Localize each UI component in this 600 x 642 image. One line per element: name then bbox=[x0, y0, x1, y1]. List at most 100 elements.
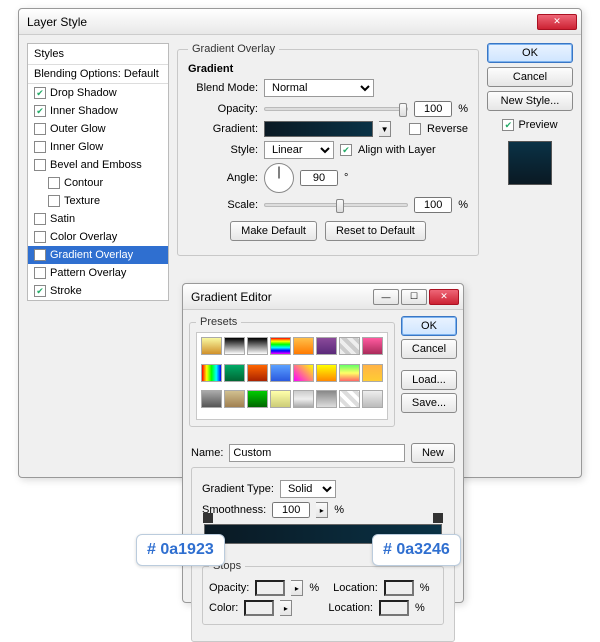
editor-title: Gradient Editor bbox=[191, 290, 272, 304]
preset-swatch[interactable] bbox=[362, 337, 383, 355]
checkbox[interactable]: ✔ bbox=[34, 87, 46, 99]
maximize-icon[interactable]: ☐ bbox=[401, 289, 427, 305]
preset-swatch[interactable] bbox=[339, 390, 360, 408]
style-item-pattern-overlay[interactable]: Pattern Overlay bbox=[28, 264, 168, 282]
presets-grid[interactable] bbox=[196, 332, 388, 420]
preset-swatch[interactable] bbox=[362, 364, 383, 382]
style-item-inner-glow[interactable]: Inner Glow bbox=[28, 138, 168, 156]
editor-cancel-button[interactable]: Cancel bbox=[401, 339, 457, 359]
opacity-stop-left[interactable] bbox=[203, 513, 213, 523]
new-button[interactable]: New bbox=[411, 443, 455, 463]
style-item-satin[interactable]: Satin bbox=[28, 210, 168, 228]
checkbox[interactable] bbox=[34, 141, 46, 153]
style-item-drop-shadow[interactable]: ✔Drop Shadow bbox=[28, 84, 168, 102]
checkbox[interactable]: ✔ bbox=[34, 285, 46, 297]
save-button[interactable]: Save... bbox=[401, 393, 457, 413]
presets-label: Presets bbox=[196, 316, 241, 328]
blending-options[interactable]: Blending Options: Default bbox=[28, 65, 168, 84]
reverse-checkbox[interactable] bbox=[409, 123, 421, 135]
stop-location-input bbox=[384, 580, 414, 596]
preset-swatch[interactable] bbox=[293, 390, 314, 408]
style-item-inner-shadow[interactable]: ✔Inner Shadow bbox=[28, 102, 168, 120]
scale-input[interactable] bbox=[414, 197, 452, 213]
style-select[interactable]: Linear bbox=[264, 141, 334, 159]
close-icon[interactable]: ✕ bbox=[537, 14, 577, 30]
gradient-label: Gradient: bbox=[188, 123, 258, 135]
gradient-dropdown-icon[interactable]: ▼ bbox=[379, 121, 391, 137]
cancel-button[interactable]: Cancel bbox=[487, 67, 573, 87]
checkbox[interactable]: ✔ bbox=[34, 249, 46, 261]
checkbox[interactable] bbox=[34, 159, 46, 171]
style-item-outer-glow[interactable]: Outer Glow bbox=[28, 120, 168, 138]
reset-default-button[interactable]: Reset to Default bbox=[325, 221, 426, 241]
callout-left: # 0a1923 bbox=[136, 534, 225, 566]
stop-color-input bbox=[244, 600, 274, 616]
preset-swatch[interactable] bbox=[339, 337, 360, 355]
right-column: OK Cancel New Style... ✔ Preview bbox=[487, 43, 573, 301]
opacity-label: Opacity: bbox=[188, 103, 258, 115]
editor-titlebar: Gradient Editor — ☐ ✕ bbox=[183, 284, 463, 310]
style-item-gradient-overlay[interactable]: ✔Gradient Overlay bbox=[28, 246, 168, 264]
scale-slider[interactable] bbox=[264, 203, 408, 207]
preset-swatch[interactable] bbox=[224, 364, 245, 382]
opacity-slider[interactable] bbox=[264, 107, 408, 111]
smooth-dropdown-icon[interactable]: ▸ bbox=[316, 502, 328, 518]
style-item-contour[interactable]: Contour bbox=[28, 174, 168, 192]
style-item-stroke[interactable]: ✔Stroke bbox=[28, 282, 168, 300]
type-select[interactable]: Solid bbox=[280, 480, 336, 498]
smooth-input[interactable] bbox=[272, 502, 310, 518]
preset-swatch[interactable] bbox=[247, 337, 268, 355]
preset-swatch[interactable] bbox=[362, 390, 383, 408]
preset-swatch[interactable] bbox=[224, 337, 245, 355]
preset-swatch[interactable] bbox=[247, 364, 268, 382]
angle-input[interactable] bbox=[300, 170, 338, 186]
gradient-overlay-group: Gradient Overlay Gradient Blend Mode: No… bbox=[177, 43, 479, 256]
styles-header[interactable]: Styles bbox=[28, 44, 168, 65]
align-checkbox[interactable]: ✔ bbox=[340, 144, 352, 156]
preview-label: Preview bbox=[518, 119, 557, 131]
angle-dial[interactable] bbox=[264, 163, 294, 193]
style-label: Style: bbox=[188, 144, 258, 156]
preset-swatch[interactable] bbox=[293, 337, 314, 355]
checkbox[interactable]: ✔ bbox=[34, 105, 46, 117]
preset-swatch[interactable] bbox=[270, 390, 291, 408]
minimize-icon[interactable]: — bbox=[373, 289, 399, 305]
checkbox[interactable] bbox=[34, 123, 46, 135]
preset-swatch[interactable] bbox=[293, 364, 314, 382]
gradient-swatch[interactable] bbox=[264, 121, 373, 137]
checkbox[interactable] bbox=[34, 213, 46, 225]
preset-swatch[interactable] bbox=[316, 337, 337, 355]
style-item-bevel-and-emboss[interactable]: Bevel and Emboss bbox=[28, 156, 168, 174]
name-input[interactable] bbox=[229, 444, 405, 462]
stop-opacity-input bbox=[255, 580, 285, 596]
preset-swatch[interactable] bbox=[201, 364, 222, 382]
opacity-stop-right[interactable] bbox=[433, 513, 443, 523]
style-item-texture[interactable]: Texture bbox=[28, 192, 168, 210]
opacity-input[interactable] bbox=[414, 101, 452, 117]
preset-swatch[interactable] bbox=[270, 337, 291, 355]
preview-checkbox[interactable]: ✔ bbox=[502, 119, 514, 131]
new-style-button[interactable]: New Style... bbox=[487, 91, 573, 111]
make-default-button[interactable]: Make Default bbox=[230, 221, 317, 241]
preset-swatch[interactable] bbox=[316, 390, 337, 408]
preset-swatch[interactable] bbox=[224, 390, 245, 408]
preset-swatch[interactable] bbox=[201, 337, 222, 355]
preset-swatch[interactable] bbox=[247, 390, 268, 408]
blend-mode-select[interactable]: Normal bbox=[264, 79, 374, 97]
callout-right: # 0a3246 bbox=[372, 534, 461, 566]
preset-swatch[interactable] bbox=[316, 364, 337, 382]
load-button[interactable]: Load... bbox=[401, 370, 457, 390]
checkbox[interactable] bbox=[48, 195, 60, 207]
checkbox[interactable] bbox=[48, 177, 60, 189]
stop-location2-input bbox=[379, 600, 409, 616]
preset-swatch[interactable] bbox=[201, 390, 222, 408]
checkbox[interactable] bbox=[34, 231, 46, 243]
style-item-color-overlay[interactable]: Color Overlay bbox=[28, 228, 168, 246]
styles-panel: Styles Blending Options: Default ✔Drop S… bbox=[27, 43, 169, 301]
ok-button[interactable]: OK bbox=[487, 43, 573, 63]
preset-swatch[interactable] bbox=[339, 364, 360, 382]
editor-ok-button[interactable]: OK bbox=[401, 316, 457, 336]
preset-swatch[interactable] bbox=[270, 364, 291, 382]
editor-close-icon[interactable]: ✕ bbox=[429, 289, 459, 305]
checkbox[interactable] bbox=[34, 267, 46, 279]
